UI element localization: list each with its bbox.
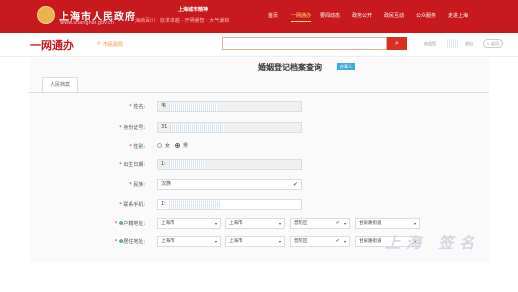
household-city-select[interactable]: 上海市 ▾ xyxy=(225,218,285,229)
dropdown-arrow-icon: ▾ xyxy=(343,239,346,244)
phone-value: 1: xyxy=(161,201,166,207)
location-pin-icon: ⚲ xyxy=(97,41,101,47)
back-button[interactable]: « 返回 xyxy=(483,39,503,48)
check-icon: ✔ xyxy=(335,238,340,244)
brand-title[interactable]: 一网通办 xyxy=(30,37,74,53)
ethnicity-field[interactable]: 汉族 ✔ xyxy=(157,179,302,190)
username-masked xyxy=(447,39,459,48)
gender-male-label: 男 xyxy=(183,143,189,149)
nav-public-service[interactable]: 公众服务 xyxy=(416,12,436,22)
masked-text xyxy=(169,161,205,169)
welcome-label: 欢迎您 xyxy=(424,41,436,46)
gender-female-radio[interactable] xyxy=(157,143,162,148)
dropdown-arrow-icon: ▾ xyxy=(278,221,281,226)
nav-open-government[interactable]: 政务公开 xyxy=(352,12,372,22)
household-street-select[interactable]: 甘泉路街道 ▾ xyxy=(355,218,420,229)
check-icon: ✔ xyxy=(335,220,340,226)
dropdown-arrow-icon: ▾ xyxy=(278,239,281,244)
watermark: 上海 签名 xyxy=(385,234,481,252)
dropdown-arrow-icon: ▾ xyxy=(214,239,217,244)
masked-text xyxy=(169,103,217,111)
birth-date-field[interactable]: 1: xyxy=(157,159,302,170)
residence-address-label: * ❶居住地址: xyxy=(114,239,145,245)
masked-text xyxy=(169,201,221,209)
tab-personal-info[interactable]: 人民档案 xyxy=(42,77,78,92)
location-label[interactable]: 市民政局 xyxy=(103,41,123,48)
search-icon: ⌕ xyxy=(395,39,399,47)
name-value: 韦 xyxy=(161,103,167,109)
phone-field[interactable]: 1: xyxy=(157,199,302,210)
nav-home[interactable]: 首页 xyxy=(268,12,278,22)
slogan-subtitle: 海纳百川 · 追求卓越 · 开明睿智 · 大气谦和 xyxy=(135,18,230,24)
nav-news[interactable]: 要闻动态 xyxy=(320,12,340,22)
logout-link[interactable]: 退出 xyxy=(465,41,473,47)
nav-yiwangtongban[interactable]: 一网通办 xyxy=(291,12,312,22)
search-input[interactable] xyxy=(222,37,387,50)
birth-date-label: * 出生日期: xyxy=(119,162,145,168)
check-icon: ✔ xyxy=(292,181,298,188)
household-province-select[interactable]: 上海市 ▾ xyxy=(157,218,221,229)
dropdown-arrow-icon: ▾ xyxy=(214,221,217,226)
slogan-title: 上海城市精神 xyxy=(178,7,209,13)
name-label: * 姓名: xyxy=(129,104,145,110)
id-number-label: * 身份证号: xyxy=(119,125,145,131)
tab-divider xyxy=(29,92,489,93)
gender-male-radio[interactable] xyxy=(175,143,180,148)
household-address-label: * ❶户籍地址: xyxy=(114,221,145,227)
birth-date-value: 1: xyxy=(161,161,166,167)
page-title: 婚姻登记档案查询 xyxy=(258,63,322,72)
city-emblem-icon xyxy=(37,6,55,24)
dropdown-arrow-icon: ▾ xyxy=(413,221,416,226)
applicant-badge: 办事人 xyxy=(337,63,355,70)
nav-interaction[interactable]: 政民互动 xyxy=(384,12,404,22)
masked-text xyxy=(170,124,224,132)
residence-district-select[interactable]: 普陀区 ✔ ▾ xyxy=(290,236,350,247)
name-field[interactable]: 韦 xyxy=(157,101,302,112)
id-number-value: 31 xyxy=(161,124,168,130)
residence-province-select[interactable]: 上海市 ▾ xyxy=(157,236,221,247)
site-url: www.shanghai.gov.cn xyxy=(60,20,115,26)
ethnicity-value: 汉族 xyxy=(161,181,172,187)
household-district-select[interactable]: 普陀区 ✔ ▾ xyxy=(290,218,350,229)
phone-label: * 联系手机: xyxy=(119,202,145,208)
gender-female-label: 女 xyxy=(165,143,171,149)
gender-label: * 性别: xyxy=(129,144,145,150)
search-button[interactable]: ⌕ xyxy=(387,37,407,50)
residence-city-select[interactable]: 上海市 ▾ xyxy=(225,236,285,247)
dropdown-arrow-icon: ▾ xyxy=(343,221,346,226)
id-number-field[interactable]: 31 xyxy=(157,122,302,133)
ethnicity-label: * 民族: xyxy=(129,182,145,188)
nav-about-shanghai[interactable]: 走进上海 xyxy=(448,12,468,22)
